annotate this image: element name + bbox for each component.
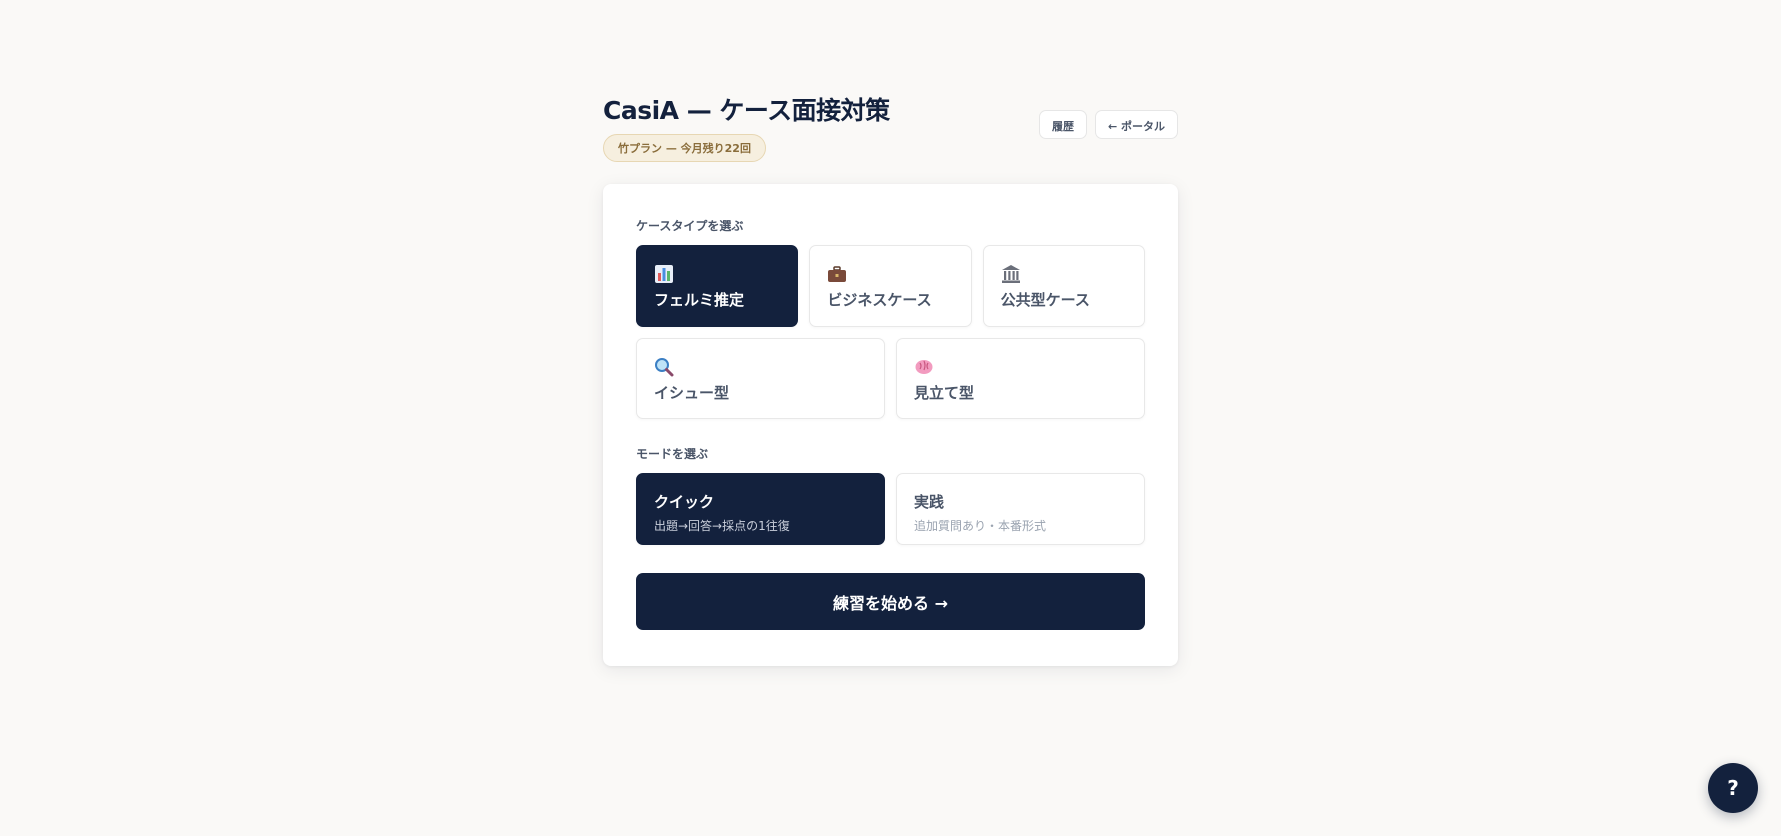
- mode-title-quick: クイック: [654, 493, 715, 511]
- mode-label: モードを選ぶ: [636, 447, 709, 461]
- case-type-label-public: 公共型ケース: [1000, 291, 1090, 309]
- mode-section: モードを選ぶ クイック 出題→回答→採点の1往復 実践 追加質問あり・本番形式: [636, 445, 1145, 545]
- case-type-label-fermi: フェルミ推定: [654, 291, 745, 309]
- main-container: CasiA — ケース面接対策 竹プラン — 今月残り22回 履歴 ← ポータル…: [603, 91, 1178, 666]
- case-type-fermi[interactable]: フェルミ推定: [636, 245, 799, 327]
- case-type-issue[interactable]: イシュー型: [636, 338, 885, 419]
- page-title: CasiA — ケース面接対策: [603, 96, 890, 125]
- mode-row: クイック 出題→回答→採点の1往復 実践 追加質問あり・本番形式: [636, 473, 1145, 545]
- case-type-label-business: ビジネスケース: [827, 291, 932, 309]
- magnifier-icon: [654, 357, 674, 377]
- brain-icon: [914, 357, 934, 377]
- case-type-row-2: イシュー型 見立て型: [636, 338, 1145, 419]
- case-type-label-issue: イシュー型: [654, 384, 730, 402]
- case-type-estimate[interactable]: 見立て型: [896, 338, 1145, 419]
- header-left: CasiA — ケース面接対策 竹プラン — 今月残り22回: [603, 91, 890, 162]
- briefcase-icon: [827, 264, 847, 284]
- mode-title-practice: 実践: [914, 493, 945, 511]
- portal-button[interactable]: ← ポータル: [1094, 110, 1178, 139]
- setup-card: ケースタイプを選ぶ フェルミ推定 ビジネスケース 公共型ケース イシュー型 見立…: [603, 184, 1178, 666]
- case-type-public[interactable]: 公共型ケース: [982, 245, 1145, 327]
- case-type-row-1: フェルミ推定 ビジネスケース 公共型ケース: [636, 245, 1145, 327]
- history-button[interactable]: 履歴: [1038, 110, 1087, 139]
- classical-building-icon: [1001, 264, 1021, 284]
- header: CasiA — ケース面接対策 竹プラン — 今月残り22回 履歴 ← ポータル: [603, 91, 1178, 181]
- page: CasiA — ケース面接対策 竹プラン — 今月残り22回 履歴 ← ポータル…: [0, 0, 1781, 836]
- mode-quick[interactable]: クイック 出題→回答→採点の1往復: [636, 473, 885, 545]
- mode-practice[interactable]: 実践 追加質問あり・本番形式: [896, 473, 1145, 545]
- help-button[interactable]: ?: [1708, 763, 1758, 813]
- plan-badge: 竹プラン — 今月残り22回: [603, 134, 766, 162]
- header-actions: 履歴 ← ポータル: [1038, 110, 1178, 139]
- case-type-label-estimate: 見立て型: [914, 384, 975, 402]
- bar-chart-icon: [654, 264, 674, 284]
- mode-desc-quick: 出題→回答→採点の1往復: [654, 519, 790, 533]
- start-practice-button[interactable]: 練習を始める →: [636, 573, 1145, 630]
- case-type-label: ケースタイプを選ぶ: [636, 219, 744, 233]
- mode-desc-practice: 追加質問あり・本番形式: [914, 519, 1047, 533]
- case-type-business[interactable]: ビジネスケース: [809, 245, 972, 327]
